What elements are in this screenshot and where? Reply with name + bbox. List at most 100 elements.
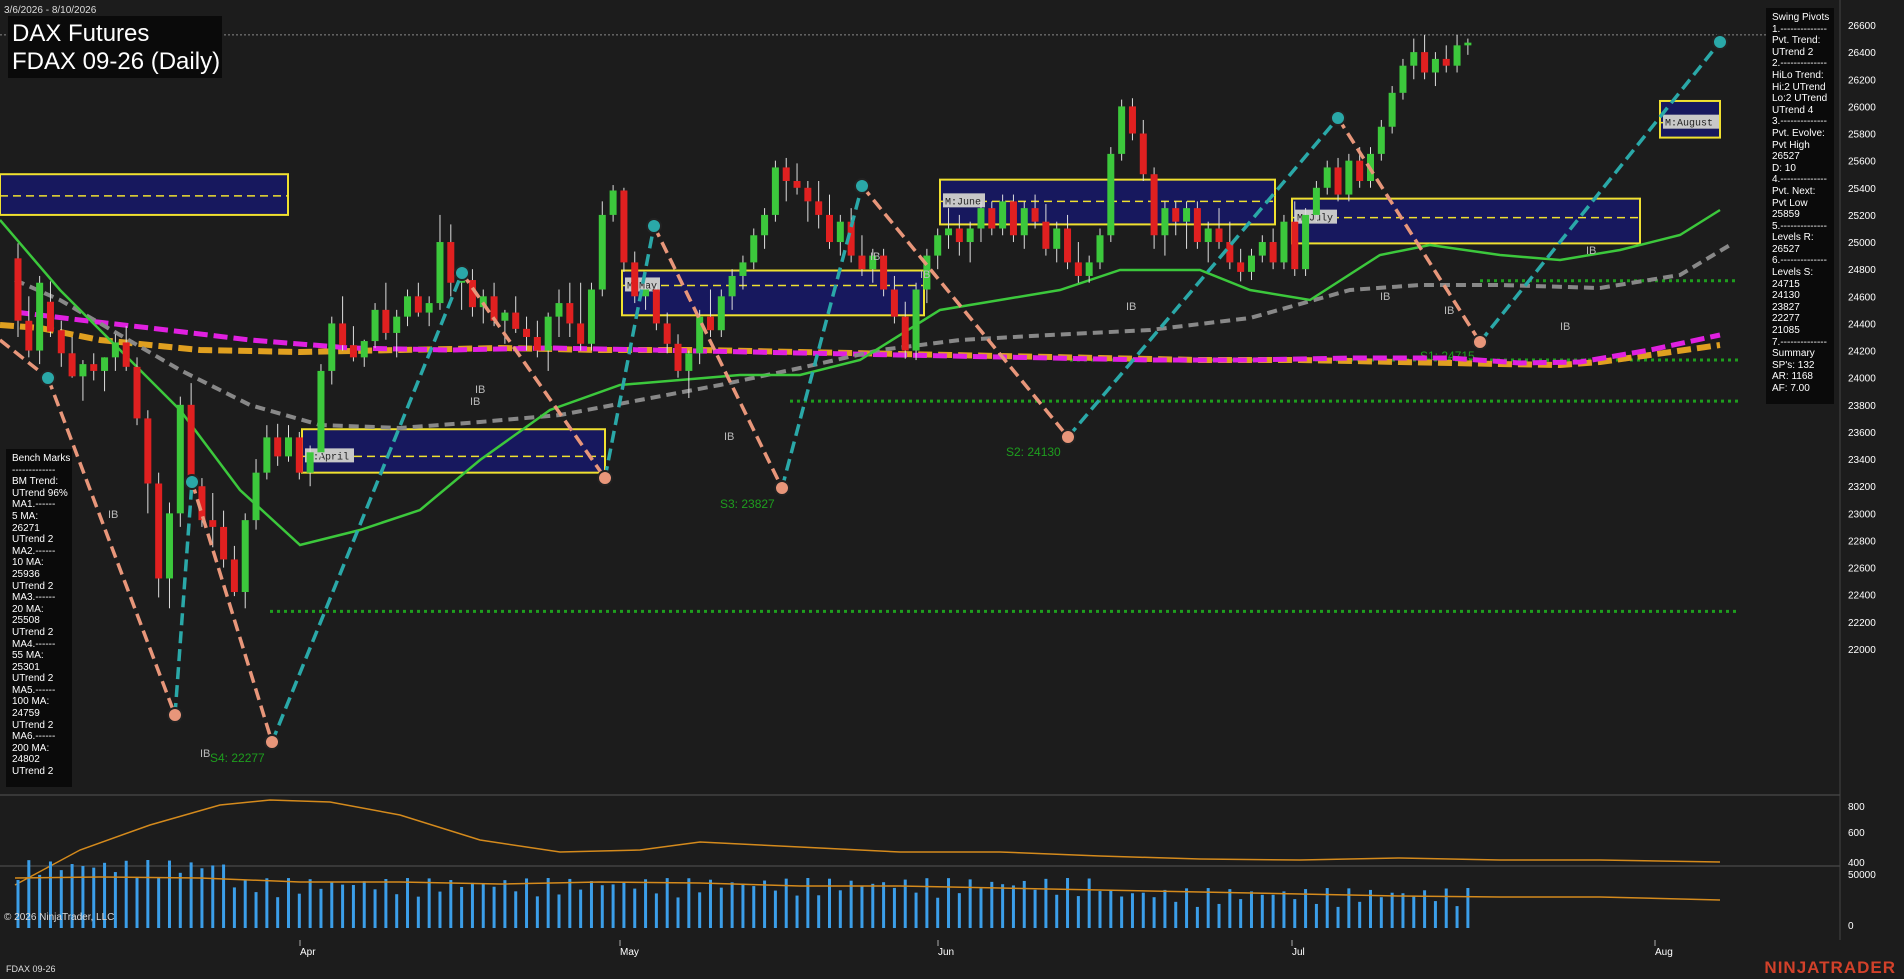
volume-bar xyxy=(1076,896,1080,928)
candle-body xyxy=(317,370,325,453)
support-label: S3: 23827 xyxy=(720,497,775,511)
candle-body xyxy=(1031,208,1039,222)
x-tick-label: May xyxy=(620,947,639,958)
candle-body xyxy=(447,242,455,283)
ib-label: IB xyxy=(108,509,118,521)
date-range: 3/6/2026 - 8/10/2026 xyxy=(4,5,97,16)
panel-line: UTrend 2 xyxy=(12,626,54,638)
candle-body xyxy=(339,323,347,346)
volume-bar xyxy=(254,892,258,928)
candle-body xyxy=(728,275,736,297)
volume-bar xyxy=(211,865,215,928)
pivot-marker xyxy=(1472,334,1488,350)
candle-body xyxy=(858,255,866,270)
candle-body xyxy=(1302,214,1310,270)
candle-body xyxy=(587,289,595,344)
volume-bar xyxy=(611,884,615,928)
candle-body xyxy=(1042,221,1050,249)
price-tick-label: 23600 xyxy=(1848,428,1876,439)
price-chart[interactable]: 22000 22200 22400 22600 22800 23000 23200 23400… xyxy=(0,0,1904,979)
candle-body xyxy=(1204,228,1212,243)
volume-bar xyxy=(1260,894,1264,928)
candle-body xyxy=(230,559,238,593)
panel-line: AF: 7.00 xyxy=(1772,383,1810,394)
candle-body xyxy=(501,312,509,321)
candle-body xyxy=(349,345,357,358)
panel-line: 55 MA: xyxy=(12,650,44,662)
panel-line: Levels S: xyxy=(1772,267,1814,279)
candle-body xyxy=(901,316,909,351)
pivot-marker xyxy=(40,370,56,386)
panel-line: Pvt. Trend: xyxy=(1772,35,1821,47)
candle-body xyxy=(696,316,704,354)
volume-bar xyxy=(644,879,648,928)
price-tick-label: 22400 xyxy=(1848,591,1876,602)
value-area-box xyxy=(621,269,925,317)
price-tick-label: 26000 xyxy=(1848,102,1876,113)
pivot-marker xyxy=(597,470,613,486)
volume-bar xyxy=(146,860,150,928)
candle-body xyxy=(176,404,184,514)
panel-line: SP's: 132 xyxy=(1772,359,1815,371)
candle-body xyxy=(1139,133,1147,175)
price-tick-label: 25000 xyxy=(1848,238,1876,249)
candle-body xyxy=(717,296,725,331)
panel-line: MA4.------ xyxy=(12,638,56,650)
candle-body xyxy=(685,353,693,371)
volume-bar xyxy=(871,883,875,928)
panel-line: MA5.------ xyxy=(12,684,56,696)
price-tick-label: 26200 xyxy=(1848,75,1876,86)
volume-bar xyxy=(1358,901,1362,928)
candle-body xyxy=(706,316,714,331)
volume-bar xyxy=(243,879,247,928)
panel-line: 5 MA: xyxy=(12,510,39,522)
candle-body xyxy=(674,343,682,371)
volume-bar xyxy=(622,881,626,928)
panel-line: Pvt Low xyxy=(1772,197,1808,209)
volume-bar xyxy=(1011,885,1015,928)
volume-bar xyxy=(1293,899,1297,928)
candle-body xyxy=(912,289,920,351)
panel-line: Hi:2 UTrend xyxy=(1772,81,1826,93)
candle-body xyxy=(155,483,163,579)
candle-body xyxy=(836,221,844,243)
panel-line: Pvt High xyxy=(1772,139,1810,151)
ib-label: IB xyxy=(1586,245,1596,257)
volume-bar xyxy=(957,893,961,928)
candle-body xyxy=(544,316,552,351)
oscillator-tick-label: 800 xyxy=(1848,802,1865,813)
candle-body xyxy=(68,353,76,377)
candle-body xyxy=(144,418,152,484)
candle-body xyxy=(1323,167,1331,188)
volume-bar xyxy=(990,881,994,928)
candle-body xyxy=(1269,242,1277,263)
candle-body xyxy=(1053,228,1061,249)
oscillator-tick-label: 600 xyxy=(1848,828,1865,839)
candle-body xyxy=(1064,228,1072,263)
volume-bar xyxy=(1033,889,1037,928)
ib-label: IB xyxy=(475,384,485,396)
volume-bar xyxy=(1390,892,1394,928)
candle-body xyxy=(793,181,801,188)
candle-body xyxy=(209,520,217,527)
candle-body xyxy=(566,303,574,324)
candle-body xyxy=(934,235,942,256)
volume-bar xyxy=(1185,888,1189,928)
panel-line: 10 MA: xyxy=(12,557,44,569)
candle-body xyxy=(1096,235,1104,263)
ib-label: IB xyxy=(470,396,480,408)
panel-line: UTrend 2 xyxy=(12,719,54,731)
chart-title-box: DAX Futures FDAX 09-26 (Daily) xyxy=(8,16,222,78)
volume-bar xyxy=(698,892,702,928)
candle-body xyxy=(782,167,790,181)
candle-body xyxy=(1356,160,1364,181)
price-tick-label: 25200 xyxy=(1848,211,1876,222)
ib-label: IB xyxy=(1444,305,1454,317)
volume-bar xyxy=(979,888,983,928)
candle-body xyxy=(663,323,671,344)
panel-line: 24130 xyxy=(1772,290,1800,302)
candle-body xyxy=(1280,221,1288,263)
volume-bar xyxy=(449,880,453,928)
volume-bar xyxy=(557,894,561,928)
panel-line: UTrend 2 xyxy=(12,673,54,685)
